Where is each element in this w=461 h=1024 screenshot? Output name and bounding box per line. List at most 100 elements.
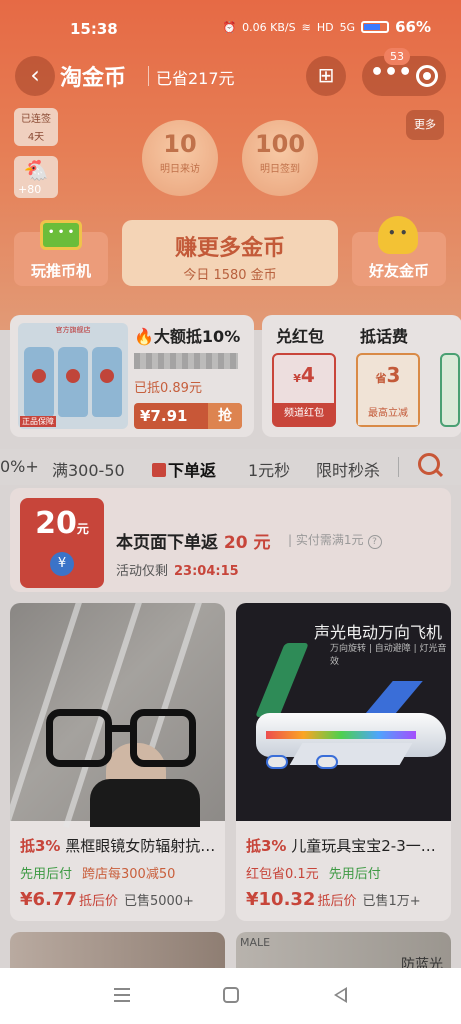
- coin-tomorrow-sign[interactable]: 100 明日签到: [242, 120, 318, 196]
- coin-pusher-label: 玩推币机: [30, 262, 91, 280]
- deal-saved: 已抵0.89元: [134, 381, 202, 396]
- back-button[interactable]: ‹: [15, 56, 55, 96]
- plane-engine: [316, 755, 338, 769]
- battery-icon: [361, 21, 390, 33]
- back-icon[interactable]: [334, 987, 347, 1003]
- grab-button[interactable]: ¥7.91 抢: [134, 403, 242, 429]
- status-bar: 15:38 ⏰ 0.06 KB/S ≋ HD 5G 66%: [0, 12, 461, 42]
- tab-order-rebate[interactable]: 下单返: [152, 457, 216, 481]
- tab-1yuan-kill[interactable]: 1元秒: [248, 457, 290, 481]
- plane-tail: [255, 643, 309, 717]
- category-tabs: 0%+ 满300-50 下单返 1元秒 限时秒杀: [0, 449, 461, 485]
- message-badge: 53: [384, 48, 410, 65]
- product-card[interactable]: 声光电动万向飞机 万向旋转 | 自动避障 | 灯光音效 抵3% 儿童玩具宝宝2-…: [236, 603, 451, 921]
- coupon-label: 频道红包: [274, 403, 334, 425]
- tab-divider: [398, 457, 399, 477]
- big-discount-card[interactable]: 官方旗舰店 正品保障 🔥大额抵10% 已抵0.89元 ¥7.91 抢: [10, 315, 254, 437]
- product-card[interactable]: 抵3% 黑框眼镜女防辐射抗… 先用后付 跨店每300减50 ¥6.77 抵后价 已售5…: [10, 603, 225, 921]
- max-discount-coupon[interactable]: 省3 最高立减: [356, 353, 420, 427]
- bottle-image: [58, 347, 88, 417]
- product-name: 抵3% 儿童玩具宝宝2-3一…: [246, 837, 436, 855]
- coin-label: 明日签到: [260, 164, 300, 175]
- partial-coupon[interactable]: [440, 353, 460, 427]
- robot-icon: [40, 220, 82, 250]
- hd-icon: HD: [316, 20, 334, 34]
- tab-flash-sale[interactable]: 限时秒杀: [316, 457, 380, 481]
- coin-tomorrow-visit[interactable]: 10 明日来访: [142, 120, 218, 196]
- saved-amount: 已省217元: [156, 69, 235, 88]
- product-card-peek[interactable]: MALE 防蓝光: [236, 932, 451, 972]
- plane-lights: [266, 731, 416, 739]
- product-image: [10, 603, 225, 829]
- system-nav-bar: [0, 968, 461, 1024]
- peek-brand: MALE: [240, 936, 271, 949]
- coupon-value: 省3: [375, 363, 401, 387]
- deal-headline: 🔥大额抵10%: [134, 323, 240, 347]
- chick-reward[interactable]: 🐔 +80: [14, 156, 58, 198]
- coin-label: 明日来访: [160, 164, 200, 175]
- home-icon[interactable]: [223, 987, 239, 1003]
- rebate-icon: [152, 463, 166, 477]
- tab-percent[interactable]: 0%+: [0, 457, 39, 476]
- coin-value: 10: [163, 130, 197, 158]
- phone-bill-title[interactable]: 抵话费: [360, 323, 408, 347]
- chevron-left-icon: ‹: [30, 61, 40, 89]
- coupon-label: 最高立减: [358, 403, 418, 425]
- earn-more-coins-button[interactable]: 赚更多金币 今日 1580 金币: [122, 220, 338, 286]
- redeem-redpacket-title[interactable]: 兑红包: [276, 323, 324, 347]
- rebate-amount: 20元: [35, 506, 89, 541]
- blurred-product-name: [134, 353, 238, 369]
- channel-redpacket-coupon[interactable]: ¥4 频道红包: [272, 353, 336, 427]
- glasses-image: [46, 709, 206, 779]
- alarm-icon: ⏰: [222, 20, 237, 34]
- page-title: 淘金币: [60, 66, 127, 91]
- recent-apps-icon[interactable]: [114, 988, 130, 1002]
- plane-wing: [289, 743, 413, 765]
- plane-engine: [266, 755, 288, 769]
- streak-days: 4天: [27, 132, 45, 143]
- scan-icon: ⊞: [317, 63, 335, 87]
- streak-label: 已连签: [21, 114, 51, 125]
- status-icons: ⏰ 0.06 KB/S ≋ HD 5G 66%: [222, 18, 431, 36]
- more-button[interactable]: 更多: [406, 110, 444, 140]
- countdown-time: 23:04:15: [174, 564, 239, 579]
- coin-pusher-card[interactable]: 玩推币机: [14, 220, 108, 286]
- friend-coins-card[interactable]: 好友金币: [352, 216, 446, 286]
- search-icon[interactable]: [418, 453, 440, 475]
- order-rebate-banner[interactable]: 20元 ¥ 本页面下单返 20 元 | 实付需满1元? 活动仅剩 23:04:15: [10, 488, 451, 592]
- lens: [130, 709, 196, 767]
- close-miniapp-icon[interactable]: [416, 65, 438, 87]
- countdown: 活动仅剩 23:04:15: [116, 564, 239, 579]
- scan-button[interactable]: ⊞: [306, 56, 346, 96]
- deal-headline-text: 大额抵10%: [153, 327, 241, 346]
- battery-percent: 66%: [395, 18, 431, 36]
- coupon-card: 兑红包 抵话费 ¥4 频道红包 省3 最高立减: [262, 315, 461, 437]
- earn-today: 今日 1580 金币: [183, 268, 277, 283]
- bottle-image: [92, 347, 122, 417]
- earn-title: 赚更多金币: [174, 236, 285, 261]
- store-tag: 官方旗舰店: [55, 326, 91, 334]
- product-perks: 红包省0.1元 先用后付: [246, 867, 381, 882]
- product-price: ¥6.77 抵后价 已售5000+: [20, 889, 194, 910]
- help-icon[interactable]: ?: [367, 535, 382, 549]
- status-time: 15:38: [70, 20, 118, 38]
- product-card-peek[interactable]: [10, 932, 225, 972]
- product-image: 声光电动万向飞机 万向旋转 | 自动避障 | 灯光音效: [236, 603, 451, 821]
- product-name: 抵3% 黑框眼镜女防辐射抗…: [20, 837, 216, 855]
- net-speed: 0.06 KB/S: [242, 20, 296, 34]
- product-image: 官方旗舰店 正品保障: [18, 323, 128, 429]
- tab-300-50[interactable]: 满300-50: [52, 457, 125, 481]
- wifi-icon: ≋: [301, 20, 311, 34]
- deal-price: ¥7.91: [140, 407, 188, 425]
- title-divider: [148, 66, 149, 86]
- rebate-condition: | 实付需满1元?: [288, 531, 382, 549]
- quality-tag: 正品保障: [20, 416, 56, 427]
- grab-label: 抢: [208, 403, 242, 429]
- sign-streak[interactable]: 已连签 4天: [14, 108, 58, 146]
- sleeve-image: [90, 779, 200, 827]
- product-price: ¥10.32 抵后价 已售1万+: [246, 889, 421, 910]
- ghost-mascot-icon: [378, 216, 418, 254]
- signal-icon: 5G: [339, 20, 356, 34]
- flame-icon: 🔥: [134, 327, 154, 346]
- friend-coins-label: 好友金币: [368, 262, 429, 280]
